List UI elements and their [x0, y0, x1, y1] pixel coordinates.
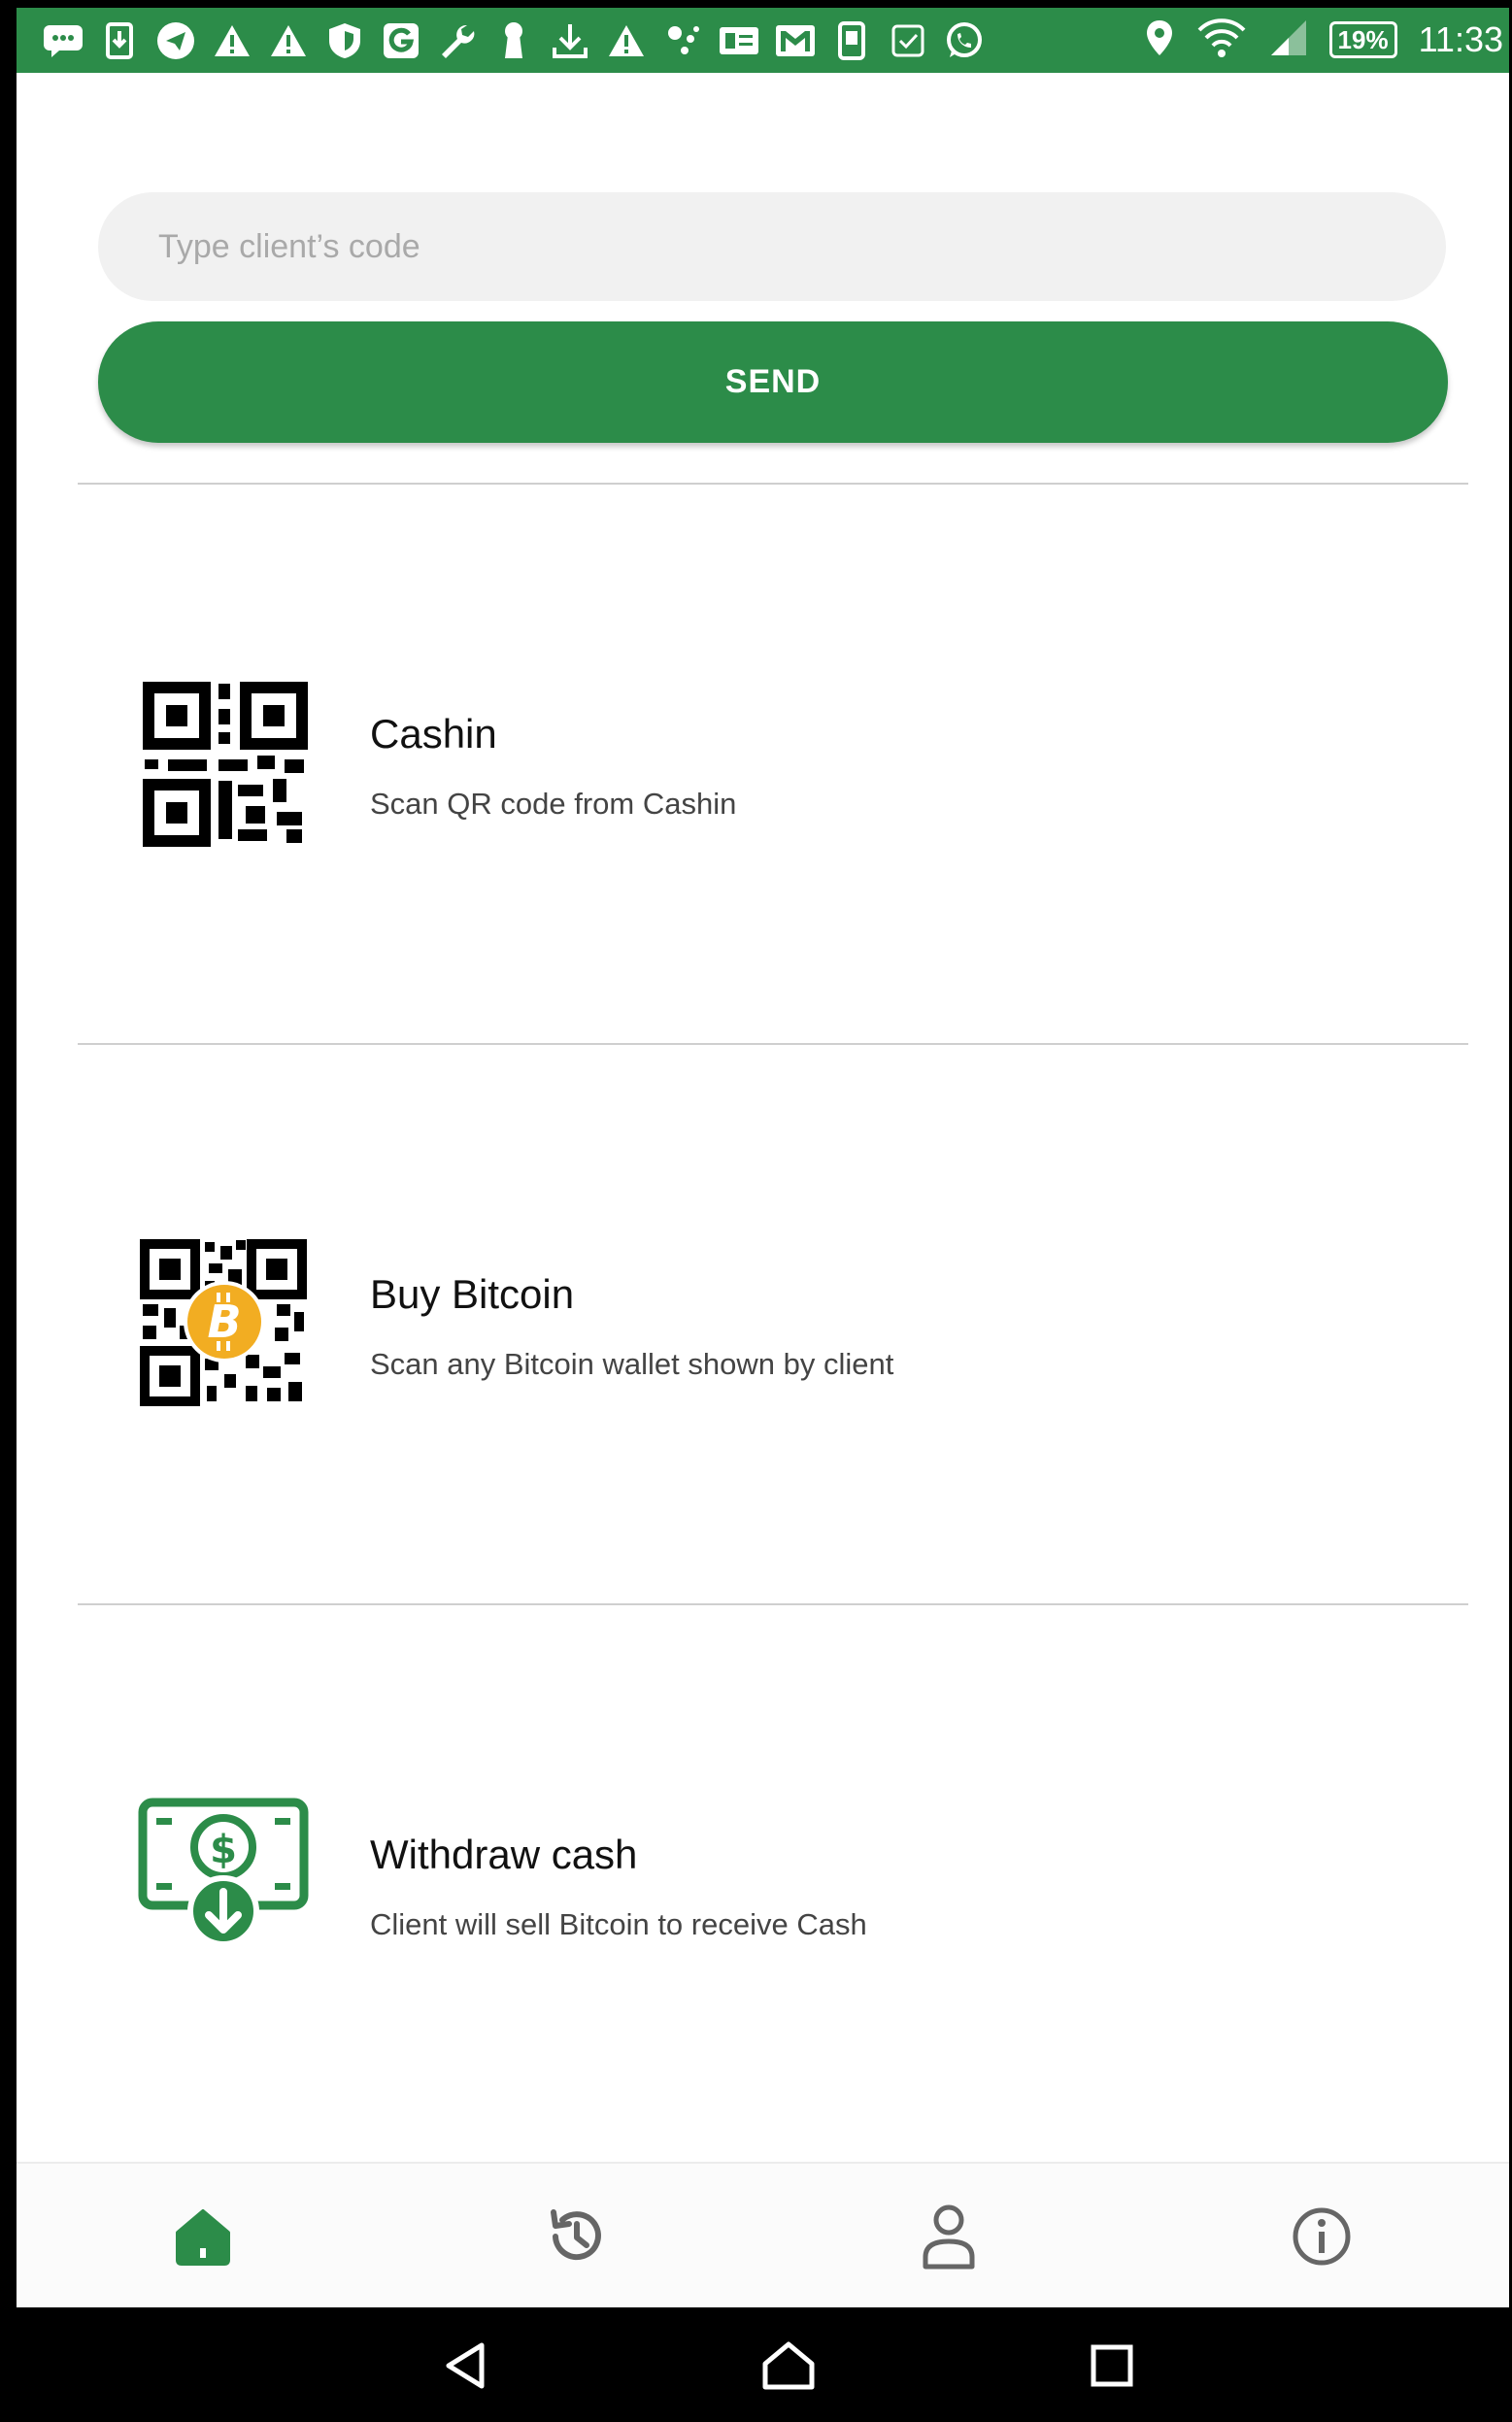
phone-icon: [830, 19, 873, 62]
buy-bitcoin-action[interactable]: B Buy Bitcoin Scan any Bitcoin wallet sh…: [17, 1046, 1509, 1454]
warning-icon: [211, 19, 253, 62]
action-subtitle: Scan any Bitcoin wallet shown by client: [370, 1347, 894, 1381]
withdraw-cash-icon: $: [138, 1798, 309, 1947]
action-title: Buy Bitcoin: [370, 1271, 575, 1317]
home-icon: [176, 2209, 230, 2266]
divider: [78, 1603, 1468, 1605]
wrench-icon: [436, 19, 479, 62]
frame-left: [0, 0, 17, 2422]
home-system-button[interactable]: [748, 2325, 829, 2406]
divider: [78, 483, 1468, 485]
recents-icon: [1091, 2344, 1133, 2387]
gmail-icon: [774, 19, 817, 62]
clock: 11:33: [1418, 19, 1503, 59]
shield-icon: [323, 19, 366, 62]
keyhole-icon: [492, 19, 535, 62]
client-code-input[interactable]: [98, 192, 1446, 301]
warning-icon: [267, 19, 310, 62]
telegram-icon: [154, 19, 197, 62]
notification-icons: [42, 19, 986, 62]
action-subtitle: Client will sell Bitcoin to receive Cash: [370, 1907, 867, 1941]
checkbox-icon: [887, 19, 929, 62]
back-icon: [446, 2342, 485, 2389]
divider: [78, 1043, 1468, 1045]
download-icon: [549, 19, 591, 62]
recents-button[interactable]: [1071, 2325, 1153, 2406]
location-icon: [1145, 18, 1174, 61]
nav-home[interactable]: [17, 2164, 389, 2309]
info-icon: [1293, 2207, 1351, 2266]
bottom-navigation: [17, 2162, 1509, 2309]
nav-info[interactable]: [1135, 2164, 1508, 2309]
action-subtitle: Scan QR code from Cashin: [370, 787, 737, 821]
frame-top: [0, 0, 1512, 8]
g-app-icon: [380, 19, 422, 62]
history-icon: [551, 2209, 601, 2261]
action-title: Cashin: [370, 711, 497, 757]
send-button[interactable]: SEND: [98, 321, 1448, 443]
withdraw-cash-action[interactable]: $ Withdraw cash Client will sell Bitcoin…: [17, 1606, 1509, 2014]
cashin-action[interactable]: Cashin Scan QR code from Cashin: [17, 486, 1509, 893]
svg-text:B: B: [207, 1295, 241, 1348]
wifi-icon: [1195, 17, 1248, 63]
status-bar: 19% 11:33: [17, 8, 1509, 73]
battery-indicator: 19%: [1328, 21, 1397, 58]
back-button[interactable]: [424, 2325, 506, 2406]
bitcoin-qr-icon: B: [140, 1239, 307, 1406]
nav-history[interactable]: [389, 2164, 762, 2309]
dots-icon: [661, 19, 704, 62]
whatsapp-icon: [943, 19, 986, 62]
nav-profile[interactable]: [762, 2164, 1135, 2309]
action-title: Withdraw cash: [370, 1832, 638, 1877]
card-icon: [718, 19, 760, 62]
download-box-icon: [98, 19, 141, 62]
signal-icon: [1269, 18, 1308, 61]
system-navigation-bar: [17, 2307, 1512, 2422]
qr-code-icon: [143, 682, 308, 847]
user-icon: [923, 2204, 975, 2270]
home-outline-icon: [762, 2341, 815, 2390]
message-icon: [42, 19, 84, 62]
warning-icon: [605, 19, 648, 62]
svg-text:$: $: [210, 1828, 237, 1872]
system-status: 19% 11:33: [1145, 17, 1503, 62]
